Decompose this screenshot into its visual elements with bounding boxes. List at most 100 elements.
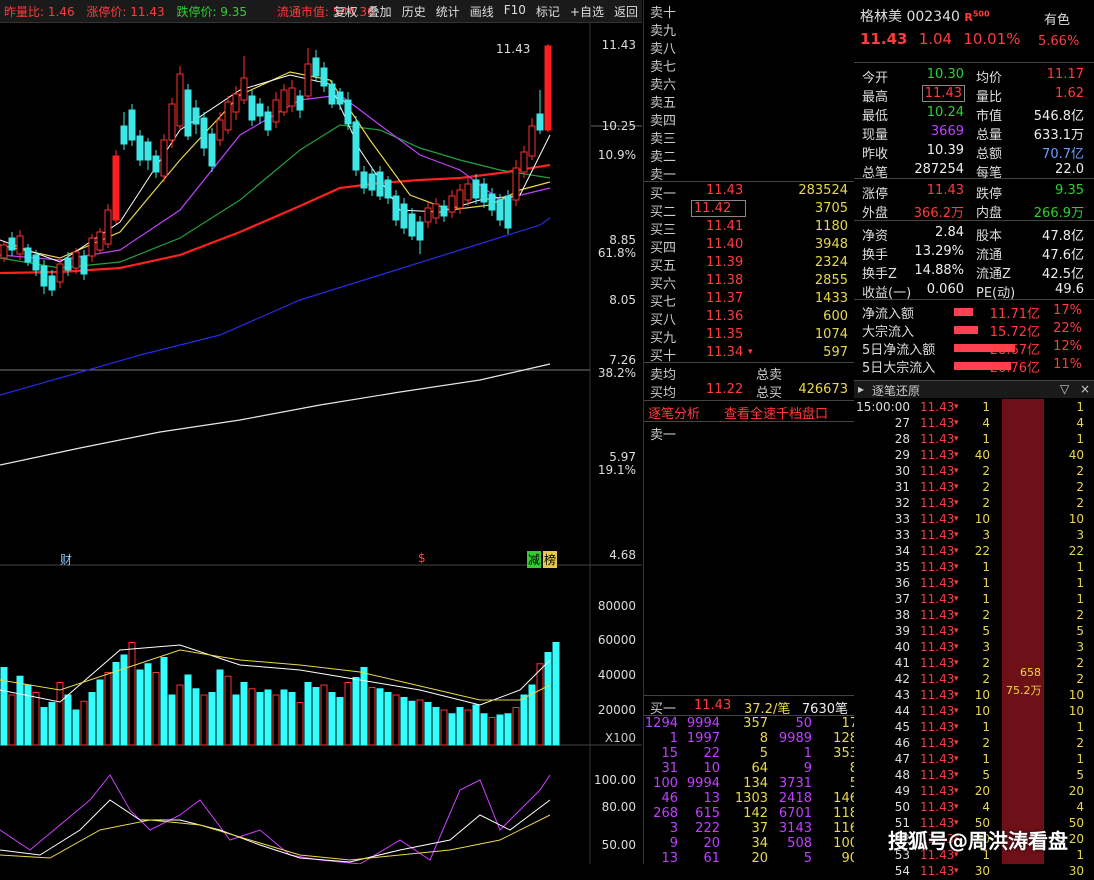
candle-body	[496, 199, 504, 221]
ask-row[interactable]: 卖十	[644, 1, 854, 21]
fund-flow-pct: 12%	[1053, 339, 1082, 354]
kdj-k-line	[0, 799, 551, 863]
volume-bar	[112, 662, 120, 746]
volume-bar	[424, 702, 432, 746]
queue-cell: 118	[833, 806, 858, 821]
tick-volume: 20	[974, 784, 990, 798]
kdj-d-line	[0, 814, 551, 861]
volume-bar	[440, 709, 448, 746]
kline-chart[interactable]	[0, 0, 642, 864]
kline-chart-panel[interactable]: 昨量比: 1.46 涨停价: 11.43 跌停价: 9.35 流通市值: 544…	[0, 0, 642, 864]
queue-cell: 8	[822, 761, 858, 776]
yesterday-ratio: 昨量比: 1.46	[4, 5, 75, 19]
ask-row[interactable]: 卖八	[644, 37, 854, 57]
volume-bar	[64, 694, 72, 746]
menu-item[interactable]: 历史	[402, 3, 426, 20]
dollar-marker[interactable]: $	[418, 551, 426, 565]
candle-body	[264, 111, 272, 131]
candle-body	[216, 119, 224, 141]
menu-item[interactable]: 标记	[536, 3, 560, 20]
tick-volume: 2	[982, 464, 990, 478]
bid-row[interactable]: 买五 11.39 2324	[644, 254, 854, 274]
bid-row[interactable]: 买六 11.38 2855	[644, 272, 854, 292]
bid-row[interactable]: 买七 11.37 1433	[644, 290, 854, 310]
queue-cell: 3731	[778, 776, 812, 791]
ask-row[interactable]: 卖三	[644, 127, 854, 147]
ask-row[interactable]: 卖九	[644, 19, 854, 39]
bid-row[interactable]: 买四 11.40 3948	[644, 236, 854, 256]
bid-row[interactable]: 买十 11.34 597 ▾	[644, 344, 854, 364]
ask-row[interactable]: 卖七	[644, 55, 854, 75]
tick-row: 32 11.43 ▾ 2 2	[854, 496, 1094, 512]
menu-item[interactable]: 统计	[436, 3, 460, 20]
tick-volume: 40	[974, 448, 990, 462]
quote-row: 外盘 366.2万 内盘 266.9万	[854, 201, 1094, 221]
menu-item[interactable]: +自选	[570, 3, 604, 20]
volume-bar	[184, 674, 192, 746]
quote-value: 49.6	[1055, 282, 1084, 297]
bid-row[interactable]: 买九 11.35 1074	[644, 326, 854, 346]
tick-price: 11.43	[920, 528, 955, 542]
tick-row: 27 11.43 ▾ 4 4	[854, 416, 1094, 432]
menu-item[interactable]: 复权	[334, 3, 358, 20]
candle-body	[392, 195, 400, 221]
tab-tick-analysis[interactable]: 逐笔分析	[648, 403, 700, 422]
tick-time: 39	[894, 624, 910, 638]
queue-cell: 9994	[686, 716, 720, 731]
stock-name-row: 格林美 002340 R500	[860, 6, 990, 26]
sector-name[interactable]: 有色	[1044, 9, 1070, 28]
menu-item[interactable]: F10	[504, 3, 526, 20]
fund-flow-row: 5日大宗流入 26.76亿 11%	[854, 356, 1094, 376]
tick-time: 41	[894, 656, 910, 670]
tick-volume: 2	[982, 608, 990, 622]
queue-cell: 134	[743, 776, 768, 791]
ask-row[interactable]: 卖二	[644, 145, 854, 165]
volume-bar	[536, 663, 544, 746]
ma-line-white	[0, 363, 551, 466]
quote-label: 总量	[976, 128, 1003, 143]
tick-volume-right: 10	[1068, 704, 1084, 718]
bid-row[interactable]: 买八 11.36 600	[644, 308, 854, 328]
chart-high-marker: 11.43	[496, 42, 531, 56]
tab-full-depth[interactable]: 查看全速千档盘口	[724, 403, 828, 422]
close-icon[interactable]: ×	[1080, 382, 1090, 396]
queue-cell: 146	[833, 791, 858, 806]
bid-price: 11.41	[706, 219, 744, 234]
tick-price: 11.43	[920, 784, 955, 798]
tick-up-arrow-icon: ▾	[954, 770, 959, 780]
volume-bar	[344, 682, 352, 746]
dragon-tiger-list-marker[interactable]: 榜	[543, 551, 558, 568]
tick-volume: 1	[982, 592, 990, 606]
filter-icon[interactable]: ▽	[1060, 382, 1069, 396]
menu-item[interactable]: 画线	[470, 3, 494, 20]
menu-item[interactable]: 叠加	[368, 3, 392, 20]
tick-time: 28	[894, 432, 910, 446]
bid-row[interactable]: 买二 11.42 3705	[644, 200, 854, 220]
ask-row[interactable]: 卖四	[644, 109, 854, 129]
ticks-toggle-icon[interactable]: ▸	[858, 382, 864, 396]
ask-row[interactable]: 卖五	[644, 91, 854, 111]
tick-volume-right: 10	[1068, 688, 1084, 702]
quote-row: 今开 10.30 均价 11.17	[854, 66, 1094, 86]
bid-row[interactable]: 买三 11.41 1180	[644, 218, 854, 238]
quote-label: 流通	[976, 248, 1003, 263]
volume-bar	[136, 669, 144, 746]
queue-cell: 508	[787, 836, 812, 851]
quote-row: 最高 11.43 量比 1.62	[854, 85, 1094, 105]
reduce-holdings-marker[interactable]: 减	[527, 551, 542, 568]
finance-marker[interactable]: 财	[60, 551, 72, 568]
price-axis-label: 8.05	[609, 293, 636, 307]
candle-body	[296, 95, 304, 111]
quote-label: 外盘	[862, 206, 889, 221]
ask-row[interactable]: 卖一	[644, 163, 854, 183]
tick-price: 11.43	[920, 704, 955, 718]
tick-time: 29	[894, 448, 910, 462]
candle-body	[424, 207, 432, 223]
menu-item[interactable]: 返回	[614, 3, 638, 20]
tick-row: 39 11.43 ▾ 5 5	[854, 624, 1094, 640]
price-axis-label: 8.85	[609, 233, 636, 247]
tick-volume-right: 1	[1076, 432, 1084, 446]
volume-bar	[544, 652, 552, 746]
bid-row[interactable]: 买一 11.43 283524	[644, 182, 854, 202]
ask-row[interactable]: 卖六	[644, 73, 854, 93]
